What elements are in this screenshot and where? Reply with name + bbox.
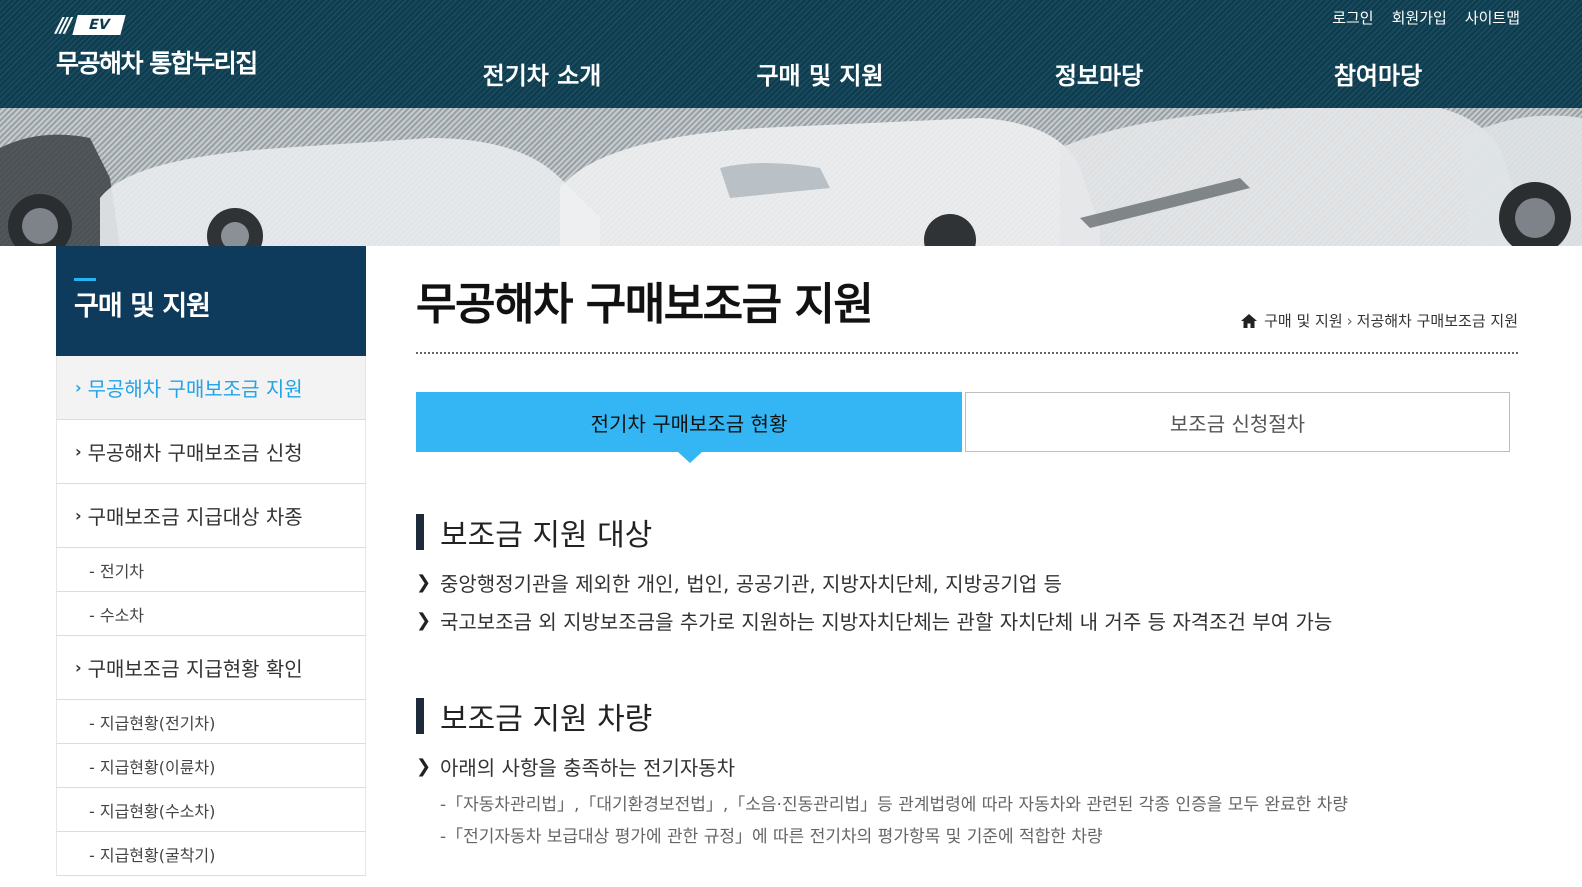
breadcrumb-item[interactable]: 구매 및 지원 [1264, 310, 1343, 331]
breadcrumb-current: 저공해차 구매보조금 지원 [1356, 312, 1518, 330]
logo-slashes: /// [56, 13, 72, 37]
title-divider [416, 352, 1518, 354]
gnb-item-ev-intro[interactable]: 전기차 소개 [483, 56, 602, 91]
list-item-text: 아래의 사항을 충족하는 전기자동차 [440, 756, 736, 780]
gnb-item-participation[interactable]: 참여마당 [1334, 56, 1422, 91]
sub-list-item: -「자동차관리법」,「대기환경보전법」,「소음·진동관리법」등 관계법령에 따라… [440, 795, 1349, 815]
title-accent-bar [74, 278, 96, 281]
sidebar-subitem-hydrogen[interactable]: - 수소차 [56, 592, 366, 636]
chevron-right-icon: ❯ [416, 610, 432, 631]
list-item: ❯ 중앙행정기관을 제외한 개인, 법인, 공공기관, 지방자치단체, 지방공기… [416, 568, 1062, 597]
logo-mark: /// EV [56, 13, 257, 37]
sidebar-item-eligible-models[interactable]: › 구매보조금 지급대상 차종 [56, 484, 366, 548]
sidebar-item-label: 무공해차 구매보조금 지원 [87, 377, 303, 401]
sidebar-item-subsidy-support[interactable]: › 무공해차 구매보조금 지원 [56, 356, 366, 420]
hero-banner [0, 108, 1582, 246]
global-nav: 전기차 소개 구매 및 지원 정보마당 참여마당 [0, 56, 1582, 92]
sitemap-link[interactable]: 사이트맵 [1465, 7, 1520, 28]
sidebar-subitem-status-ev[interactable]: - 지급현황(전기차) [56, 700, 366, 744]
chevron-right-icon: ❯ [416, 572, 432, 593]
section-marker [416, 698, 424, 734]
list-item-text: 중앙행정기관을 제외한 개인, 법인, 공공기관, 지방자치단체, 지방공기업 … [440, 572, 1062, 596]
list-item-text: 국고보조금 외 지방보조금을 추가로 지원하는 지방자치단체는 관할 자치단체 … [440, 610, 1333, 634]
chevron-right-icon: › [1346, 311, 1353, 330]
section-title-text: 보조금 지원 대상 [440, 518, 653, 553]
gnb-item-info[interactable]: 정보마당 [1055, 56, 1143, 91]
logo-ev-badge: EV [72, 15, 127, 35]
gnb-item-purchase-support[interactable]: 구매 및 지원 [756, 56, 883, 91]
tab-subsidy-procedure[interactable]: 보조금 신청절차 [965, 392, 1510, 452]
chevron-right-icon: › [75, 658, 82, 677]
car-illustration [0, 108, 1582, 246]
sidebar-subitem-ev[interactable]: - 전기차 [56, 548, 366, 592]
sidebar-item-label: 구매보조금 지급현황 확인 [87, 657, 303, 681]
section-title-text: 보조금 지원 차량 [440, 702, 653, 737]
sidebar-subitem-status-hydrogen[interactable]: - 지급현황(수소차) [56, 788, 366, 832]
sidebar-item-payment-status[interactable]: › 구매보조금 지급현황 확인 [56, 636, 366, 700]
list-item: ❯ 국고보조금 외 지방보조금을 추가로 지원하는 지방자치단체는 관할 자치단… [416, 606, 1332, 635]
site-header: /// EV 무공해차 통합누리집 로그인 회원가입 사이트맵 전기차 소개 구… [0, 0, 1582, 108]
chevron-right-icon: › [75, 506, 82, 525]
page-title: 무공해차 구매보조금 지원 [416, 279, 874, 330]
section-title-target: 보조금 지원 대상 [416, 510, 652, 554]
home-icon[interactable] [1241, 313, 1258, 328]
chevron-right-icon: › [75, 442, 82, 461]
side-nav: 구매 및 지원 › 무공해차 구매보조금 지원 › 무공해차 구매보조금 신청 … [56, 246, 366, 876]
breadcrumb: 구매 및 지원 › 저공해차 구매보조금 지원 [1241, 310, 1518, 331]
tab-ev-subsidy-status[interactable]: 전기차 구매보조금 현황 [416, 392, 962, 452]
chevron-right-icon: ❯ [416, 756, 432, 777]
list-item: ❯ 아래의 사항을 충족하는 전기자동차 [416, 752, 735, 781]
signup-link[interactable]: 회원가입 [1392, 7, 1447, 28]
section-marker [416, 514, 424, 550]
side-nav-title: 구매 및 지원 [74, 291, 211, 322]
sidebar-item-subsidy-apply[interactable]: › 무공해차 구매보조금 신청 [56, 420, 366, 484]
content-tabs: 전기차 구매보조금 현황 보조금 신청절차 [416, 392, 1510, 463]
sidebar-item-label: 무공해차 구매보조금 신청 [87, 441, 303, 465]
sub-list-item: -「전기자동차 보급대상 평가에 관한 규정」에 따른 전기차의 평가항목 및 … [440, 827, 1103, 847]
side-nav-header: 구매 및 지원 [56, 246, 366, 356]
sidebar-subitem-status-two-wheel[interactable]: - 지급현황(이륜차) [56, 744, 366, 788]
section-title-vehicles: 보조금 지원 차량 [416, 694, 652, 738]
sidebar-item-label: 구매보조금 지급대상 차종 [87, 505, 303, 529]
active-tab-indicator [678, 452, 702, 463]
utility-menu: 로그인 회원가입 사이트맵 [1332, 7, 1520, 28]
login-link[interactable]: 로그인 [1332, 7, 1373, 28]
sidebar-subitem-status-excavator[interactable]: - 지급현황(굴착기) [56, 832, 366, 876]
chevron-right-icon: › [75, 378, 82, 397]
